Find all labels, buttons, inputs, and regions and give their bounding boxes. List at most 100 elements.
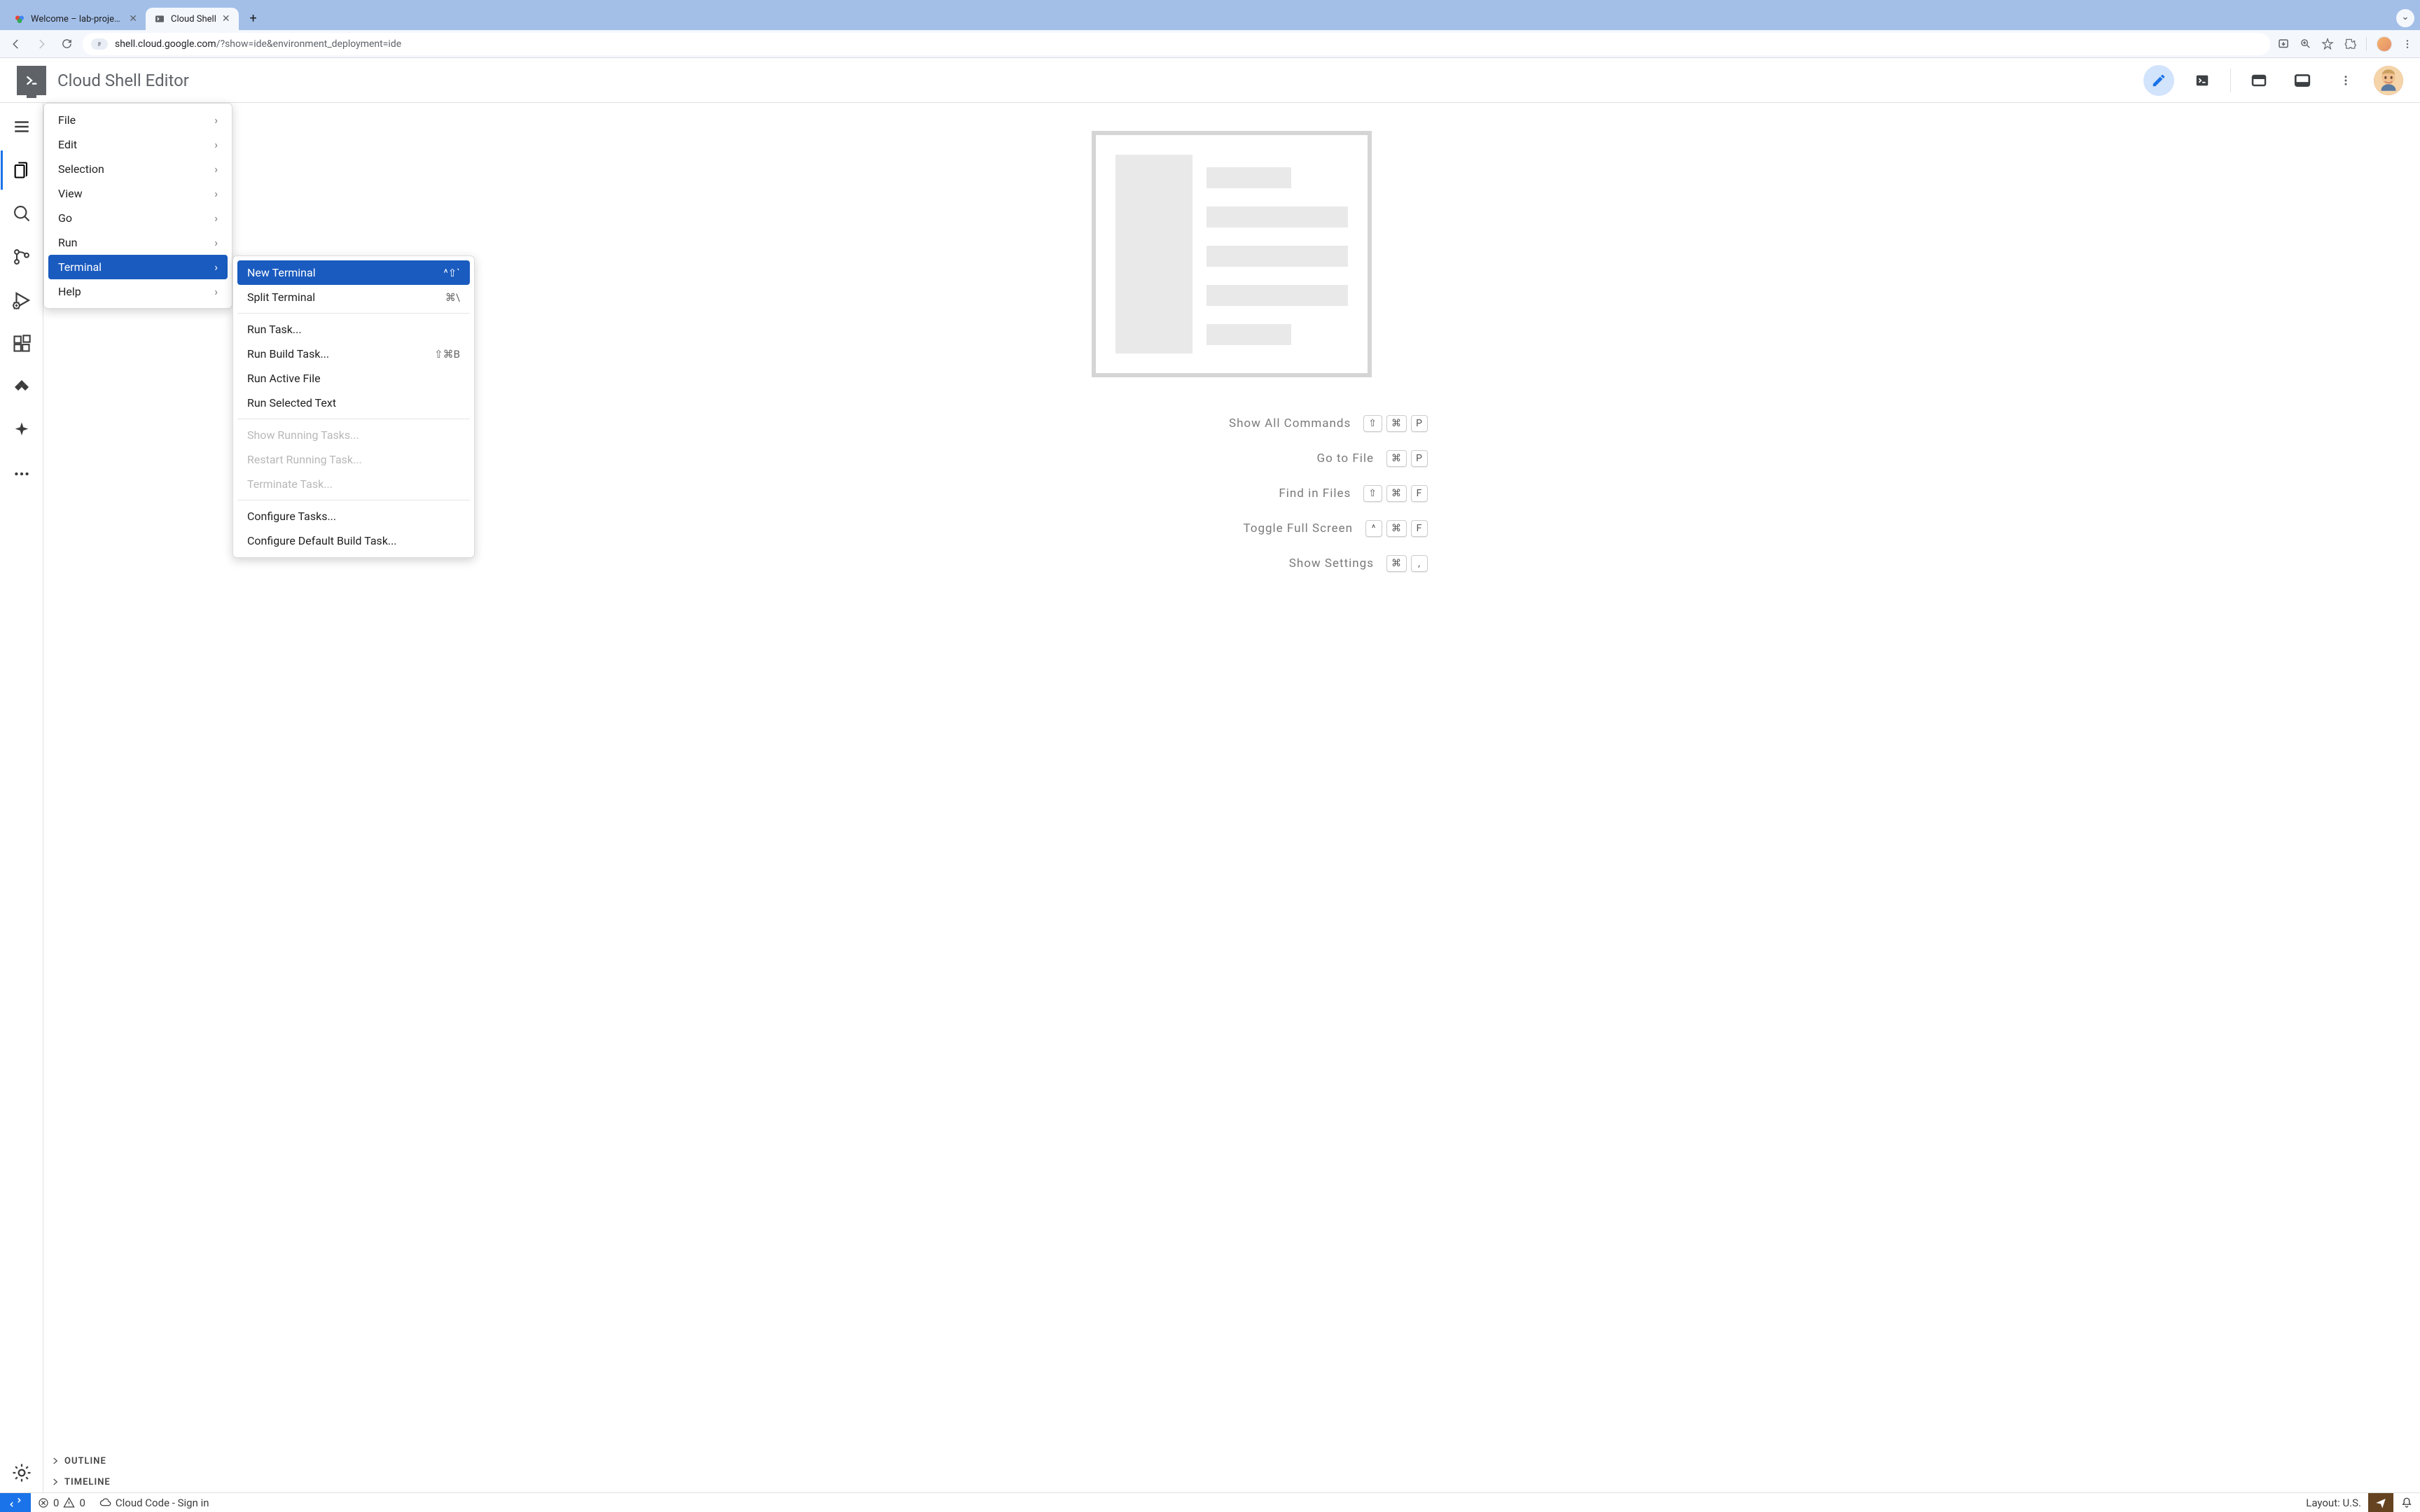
cloud-code-status[interactable]: Cloud Code - Sign in <box>92 1493 216 1512</box>
terminal-submenu: New Terminal ^⇧` Split Terminal⌘\ Run Tas… <box>232 255 475 558</box>
back-button[interactable] <box>7 35 25 53</box>
submenu-label: Run Build Task... <box>247 347 329 360</box>
problems-indicator[interactable]: 0 0 <box>31 1493 92 1512</box>
main-menu: File› Edit› Selection› View› Go› Run› Te… <box>43 103 232 309</box>
welcome-commands: Show All Commands ⇧⌘P Go to File ⌘P Find… <box>1036 415 1428 572</box>
error-icon <box>38 1497 49 1508</box>
notifications-button[interactable] <box>2393 1493 2420 1512</box>
layout-indicator[interactable]: Layout: U.S. <box>2299 1493 2368 1512</box>
warning-count: 0 <box>79 1497 85 1509</box>
submenu-run-build-task[interactable]: Run Build Task... ⇧⌘B <box>237 342 470 366</box>
menu-item-label: Edit <box>58 138 77 151</box>
key: ⌘ <box>1386 415 1407 432</box>
zoom-icon[interactable] <box>2300 38 2311 50</box>
activity-bar <box>0 103 43 1492</box>
layout-button[interactable] <box>2287 65 2318 96</box>
extensions-button[interactable] <box>2 324 41 363</box>
shortcut: ⇧⌘B <box>434 348 460 360</box>
browser-tab-strip: Welcome – lab-project-id-ex ✕ Cloud Shel… <box>0 0 2420 30</box>
cmd-label: Toggle Full Screen <box>1243 522 1353 536</box>
submenu-run-active-file[interactable]: Run Active File <box>237 366 470 391</box>
menu-help[interactable]: Help› <box>48 279 228 304</box>
search-button[interactable] <box>2 194 41 233</box>
bell-icon <box>2400 1497 2413 1509</box>
gcp-favicon-icon <box>14 13 25 24</box>
explorer-button[interactable] <box>1 150 40 190</box>
menu-run[interactable]: Run› <box>48 230 228 255</box>
submenu-run-task[interactable]: Run Task... <box>237 317 470 342</box>
new-window-button[interactable] <box>2244 65 2274 96</box>
chrome-profile-avatar[interactable] <box>2377 36 2392 52</box>
submenu-label: New Terminal <box>247 266 316 279</box>
menu-file[interactable]: File› <box>48 108 228 132</box>
close-icon[interactable]: ✕ <box>222 13 230 24</box>
submenu-run-selected-text[interactable]: Run Selected Text <box>237 391 470 415</box>
divider <box>2230 69 2231 92</box>
app-header: Cloud Shell Editor <box>0 58 2420 103</box>
more-options-button[interactable] <box>2330 65 2361 96</box>
submenu-configure-default-build-task[interactable]: Configure Default Build Task... <box>237 528 470 553</box>
menu-edit[interactable]: Edit› <box>48 132 228 157</box>
chevron-right-icon: › <box>214 260 218 274</box>
new-tab-button[interactable]: + <box>243 8 264 29</box>
browser-tab[interactable]: Welcome – lab-project-id-ex ✕ <box>6 8 146 30</box>
remote-indicator[interactable] <box>0 1493 31 1512</box>
more-button[interactable] <box>2 454 41 493</box>
tab-title: Welcome – lab-project-id-ex <box>31 14 123 24</box>
user-avatar[interactable] <box>2374 66 2403 95</box>
submenu-show-running-tasks: Show Running Tasks... <box>237 423 470 447</box>
key: F <box>1411 485 1428 502</box>
source-control-button[interactable] <box>2 237 41 276</box>
layout-label: Layout: U.S. <box>2306 1497 2361 1509</box>
submenu-label: Terminate Task... <box>247 477 333 491</box>
menu-go[interactable]: Go› <box>48 206 228 230</box>
menu-selection[interactable]: Selection› <box>48 157 228 181</box>
submenu-configure-tasks[interactable]: Configure Tasks... <box>237 504 470 528</box>
site-info-icon[interactable] <box>91 38 108 50</box>
shortcut: ^⇧` <box>444 267 460 279</box>
install-app-icon[interactable] <box>2277 38 2290 50</box>
bookmark-icon[interactable] <box>2321 38 2334 50</box>
submenu-label: Configure Tasks... <box>247 510 336 523</box>
browser-tab[interactable]: Cloud Shell ✕ <box>146 8 239 30</box>
live-share-indicator[interactable] <box>2368 1493 2393 1512</box>
close-icon[interactable]: ✕ <box>129 13 137 24</box>
submenu-new-terminal[interactable]: New Terminal ^⇧` <box>237 260 470 285</box>
terminal-mode-button[interactable] <box>2187 65 2218 96</box>
address-bar[interactable]: shell.cloud.google.com/?show=ide&environ… <box>83 33 2270 55</box>
key: ⌘ <box>1386 450 1407 467</box>
forward-button[interactable] <box>32 35 50 53</box>
key: ⇧ <box>1363 485 1382 502</box>
settings-gear-button[interactable] <box>2 1453 41 1492</box>
chevron-right-icon: › <box>214 187 218 200</box>
run-debug-button[interactable] <box>2 281 41 320</box>
tab-title: Cloud Shell <box>171 14 216 24</box>
editor-mode-button[interactable] <box>2143 65 2174 96</box>
status-bar: 0 0 Cloud Code - Sign in Layout: U.S. <box>0 1492 2420 1512</box>
submenu-label: Run Task... <box>247 323 302 336</box>
reload-button[interactable] <box>57 35 76 53</box>
cmd-label: Show All Commands <box>1229 416 1351 430</box>
app-title: Cloud Shell Editor <box>57 71 189 90</box>
hamburger-menu-button[interactable] <box>2 107 41 146</box>
submenu-label: Show Running Tasks... <box>247 428 359 442</box>
key: ⌘ <box>1386 520 1407 537</box>
cmd-row: Toggle Full Screen ^⌘F <box>1036 520 1428 537</box>
ai-assist-button[interactable] <box>2 411 41 450</box>
menu-dots-icon[interactable] <box>2402 38 2413 50</box>
extensions-icon[interactable] <box>2344 38 2356 50</box>
submenu-split-terminal[interactable]: Split Terminal⌘\ <box>237 285 470 309</box>
menu-terminal[interactable]: Terminal› <box>48 255 228 279</box>
cmd-label: Find in Files <box>1279 486 1351 500</box>
submenu-restart-running-task: Restart Running Task... <box>237 447 470 472</box>
tabs-dropdown-icon[interactable] <box>2396 9 2414 27</box>
menu-view[interactable]: View› <box>48 181 228 206</box>
cloud-code-button[interactable] <box>2 368 41 407</box>
ide-workspace: OUTLINE TIMELINE File› Edit› Selection› … <box>0 103 2420 1492</box>
url-text: shell.cloud.google.com/?show=ide&environ… <box>115 38 401 50</box>
cmd-row: Show Settings ⌘, <box>1036 555 1428 572</box>
menu-item-label: Go <box>58 211 72 225</box>
key: ⌘ <box>1386 485 1407 502</box>
submenu-terminate-task: Terminate Task... <box>237 472 470 496</box>
key: P <box>1411 450 1428 467</box>
